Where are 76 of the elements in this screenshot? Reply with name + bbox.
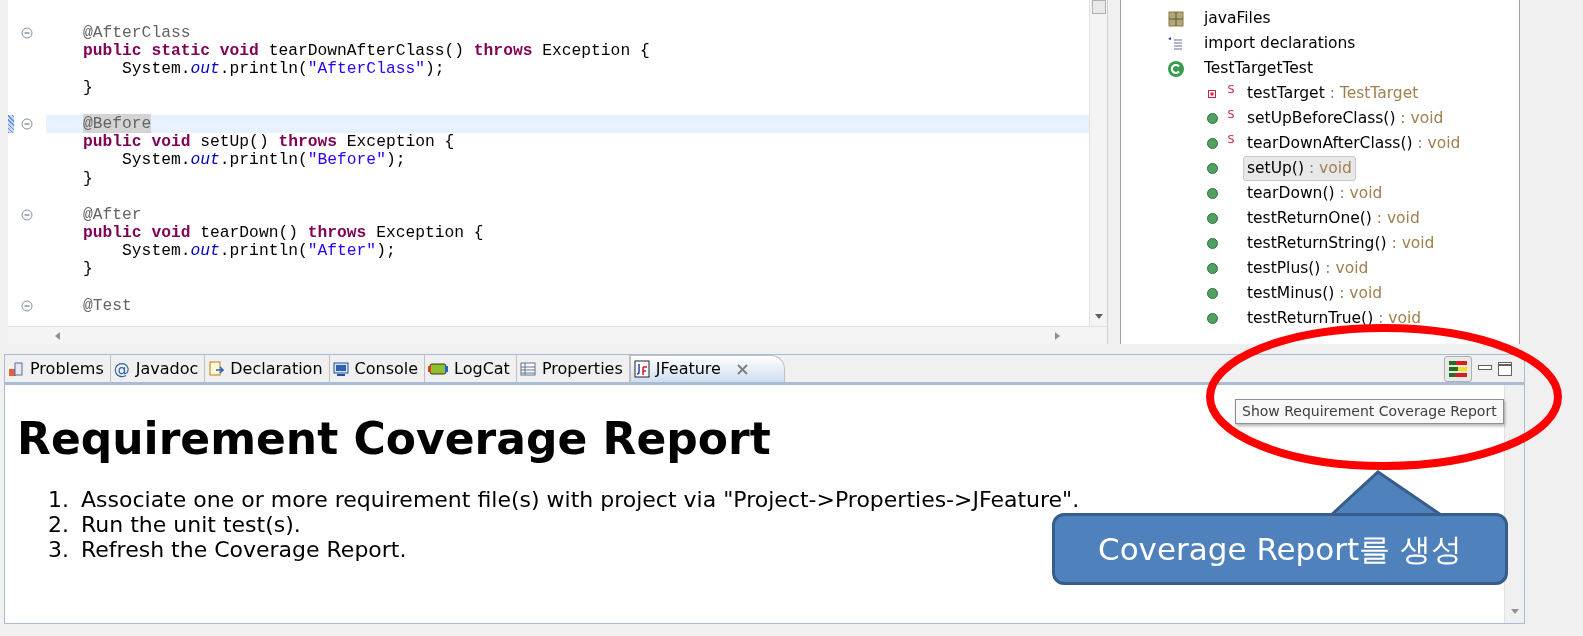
scroll-right-icon[interactable] — [1055, 331, 1061, 340]
horizontal-scrollbar[interactable] — [8, 326, 1107, 344]
step-text: Run the unit test(s). — [81, 512, 301, 537]
step-text: Refresh the Coverage Report. — [81, 537, 407, 562]
document-icon — [208, 360, 225, 377]
outline-item[interactable]: javaFiles — [1202, 6, 1273, 31]
imports-icon — [1167, 35, 1185, 52]
code-line: @Test — [82, 296, 133, 315]
scroll-down-icon[interactable] — [1094, 314, 1103, 320]
scroll-left-icon[interactable] — [54, 331, 60, 340]
coverage-report-button[interactable] — [1444, 355, 1472, 382]
method-icon — [1206, 163, 1218, 174]
view-tab[interactable]: JFeature — [629, 355, 785, 382]
method-icon — [1206, 288, 1218, 299]
method-icon — [1206, 263, 1218, 274]
collapse-icon[interactable] — [21, 27, 33, 40]
method-icon — [1206, 138, 1218, 149]
vertical-scrollbar[interactable] — [1089, 0, 1107, 326]
collapse-icon[interactable] — [21, 118, 33, 131]
code-line: } — [82, 78, 94, 97]
method-icon — [1206, 188, 1218, 199]
class-icon — [1167, 59, 1185, 78]
collapse-icon[interactable] — [21, 208, 33, 221]
outline-item[interactable]: tearDownAfterClass() : void — [1243, 130, 1465, 157]
field-icon — [1208, 89, 1216, 98]
outline-item[interactable]: testPlus() : void — [1243, 255, 1373, 282]
outline-item[interactable]: testTarget : TestTarget — [1243, 80, 1423, 107]
step-number: 2. — [47, 512, 69, 537]
outline-item[interactable]: setUpBeforeClass() : void — [1243, 105, 1448, 132]
logcat-icon — [428, 360, 449, 377]
code-line: @After — [82, 205, 143, 225]
view-tab[interactable]: LogCat — [425, 355, 517, 382]
outline-item[interactable]: import declarations — [1202, 31, 1358, 56]
code-line: public static void tearDownAfterClass() throws Exception { — [82, 42, 651, 61]
method-icon — [1206, 238, 1218, 249]
problems-icon — [8, 360, 24, 377]
code-line: System.out.println("After"); — [121, 242, 397, 261]
monitor-icon — [332, 360, 349, 377]
tooltip: Show Requirement Coverage Report — [1235, 399, 1504, 424]
code-line: public void tearDown() throws Exception { — [82, 224, 485, 243]
at-icon: @ — [113, 356, 130, 381]
code-line: public void setUp() throws Exception { — [82, 133, 456, 152]
outline-item[interactable]: testReturnTrue() : void — [1243, 305, 1426, 332]
maximize-icon[interactable] — [1498, 361, 1512, 376]
outline-item[interactable]: tearDown() : void — [1243, 180, 1387, 207]
vertical-scrollbar[interactable] — [1504, 385, 1524, 623]
method-icon — [1206, 113, 1218, 124]
code-line: @AfterClass — [82, 24, 192, 43]
step-number: 3. — [47, 537, 69, 562]
code-line: System.out.println("Before"); — [121, 151, 407, 170]
code-line: } — [82, 169, 94, 188]
static-marker: S — [1227, 132, 1235, 148]
change-marker — [8, 114, 14, 134]
scroll-thumb[interactable] — [1091, 0, 1106, 14]
outline-item[interactable]: testReturnOne() : void — [1243, 205, 1424, 232]
code-line: System.out.println("AfterClass"); — [121, 60, 446, 79]
method-icon — [1206, 213, 1218, 224]
step-text: Associate one or more requirement file(s) with project via "Project->Properties->JFeature". — [81, 487, 1080, 512]
step-number: 1. — [47, 487, 69, 512]
outline-item[interactable]: setUp() : void — [1243, 155, 1356, 182]
method-icon — [1206, 313, 1218, 324]
coverage-bars-icon — [1449, 360, 1467, 377]
outline-item[interactable]: testReturnString() : void — [1243, 230, 1439, 257]
outline-item[interactable]: testMinus() : void — [1243, 280, 1387, 307]
static-marker: S — [1227, 82, 1235, 98]
collapse-icon[interactable] — [21, 299, 33, 312]
outline-item[interactable]: TestTargetTest — [1202, 56, 1315, 81]
table-icon — [519, 360, 536, 377]
jf-file-icon — [633, 360, 650, 378]
scroll-down-icon[interactable] — [1510, 609, 1519, 615]
static-marker: S — [1227, 107, 1235, 123]
package-icon — [1168, 10, 1184, 27]
minimize-icon[interactable] — [1478, 364, 1492, 373]
close-icon[interactable] — [736, 363, 748, 375]
code-line: } — [82, 260, 94, 279]
report-title: Requirement Coverage Report — [17, 413, 771, 465]
